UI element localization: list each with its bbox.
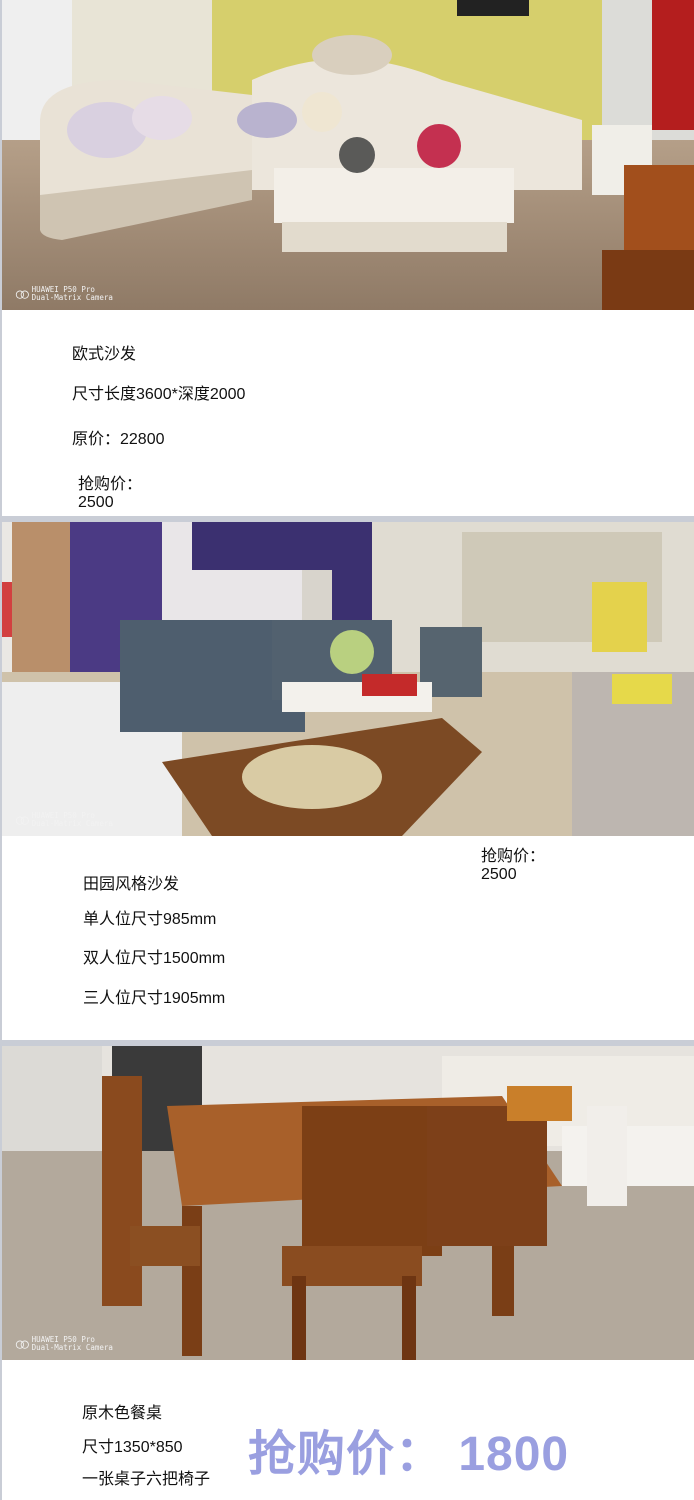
- photo-european-sofa: ◯◯ HUAWEI P50 Pro Dual-Matrix Camera: [2, 0, 694, 310]
- photo-dining-table: ◯◯ HUAWEI P50 Pro Dual-Matrix Camera: [2, 1046, 694, 1360]
- product-set: 一张桌子六把椅子: [82, 1471, 211, 1488]
- camera-rings-icon: ◯◯: [16, 1336, 29, 1352]
- camera-watermark: ◯◯ HUAWEI P50 Pro Dual-Matrix Camera: [16, 286, 113, 302]
- size-single: 单人位尺寸985mm: [83, 911, 217, 928]
- sale-price-label: 抢购价：: [481, 848, 546, 865]
- product-name: 原木色餐桌: [82, 1405, 163, 1422]
- camera-line-2: Dual-Matrix Camera: [31, 1343, 113, 1352]
- camera-rings-icon: ◯◯: [16, 812, 29, 828]
- camera-watermark: ◯◯ HUAWEI P50 Pro Dual-Matrix Camera: [16, 1336, 113, 1352]
- sale-price-value: 2500: [481, 866, 517, 883]
- product-card-pastoral-sofa: ◯◯ HUAWEI P50 Pro Dual-Matrix Camera 抢购价…: [2, 522, 694, 1040]
- sale-price-banner: 抢购价： 1800: [248, 1428, 570, 1481]
- page: ◯◯ HUAWEI P50 Pro Dual-Matrix Camera 欧式沙…: [0, 0, 694, 1500]
- size-triple: 三人位尺寸1905mm: [83, 990, 226, 1007]
- camera-line-2: Dual-Matrix Camera: [31, 293, 113, 302]
- camera-watermark: ◯◯ HUAWEI P50 Pro Dual-Matrix Camera: [16, 812, 113, 828]
- camera-line-2: Dual-Matrix Camera: [31, 819, 113, 828]
- product-size: 尺寸长度3600*深度2000: [72, 386, 246, 403]
- sale-price-value: 2500: [78, 494, 114, 511]
- product-card-european-sofa: ◯◯ HUAWEI P50 Pro Dual-Matrix Camera 欧式沙…: [2, 0, 694, 516]
- product-card-dining-table: ◯◯ HUAWEI P50 Pro Dual-Matrix Camera 原木色…: [2, 1046, 694, 1500]
- sale-price-label: 抢购价：: [78, 476, 143, 493]
- product-name: 田园风格沙发: [83, 876, 180, 893]
- photo-pastoral-sofa: ◯◯ HUAWEI P50 Pro Dual-Matrix Camera: [2, 522, 694, 836]
- product-size: 尺寸1350*850: [82, 1439, 183, 1456]
- camera-rings-icon: ◯◯: [16, 286, 29, 302]
- size-double: 双人位尺寸1500mm: [83, 950, 226, 967]
- original-price: 原价：22800: [72, 431, 165, 448]
- product-name: 欧式沙发: [72, 346, 137, 363]
